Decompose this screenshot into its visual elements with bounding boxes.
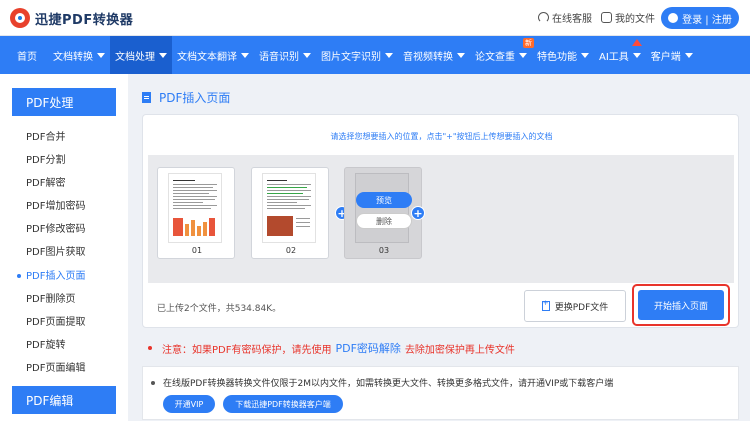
nav-paper-check[interactable]: 论文查重新 — [470, 36, 534, 74]
my-files-label: 我的文件 — [615, 14, 655, 25]
page-drop-zone: 01 02 + 预览 删除 03 + — [148, 155, 734, 283]
sidebar-item-insert-page[interactable]: PDF插入页面 — [26, 267, 85, 282]
nav-doc-convert[interactable]: 文档转换 — [48, 36, 110, 74]
page-number: 01 — [191, 246, 203, 255]
password-notice: 注意：如果PDF有密码保护，请先使用 PDF密码解除 去除加密保护再上传文件 — [142, 336, 739, 360]
nav-doc-translate[interactable]: 文档文本翻译 — [172, 36, 254, 74]
document-icon — [142, 92, 151, 103]
upload-summary: 已上传2个文件，共534.84K。 — [157, 304, 282, 314]
page-title: PDF插入页面 — [142, 89, 230, 106]
nav-speech[interactable]: 语音识别 — [254, 36, 316, 74]
start-insert-button[interactable]: 开始插入页面 — [638, 290, 724, 320]
sidebar-section-pdf-edit[interactable]: PDF编辑 — [12, 386, 116, 414]
nav-label: 首页 — [17, 51, 37, 63]
customer-service-link[interactable]: 在线客服 — [538, 10, 592, 25]
nav-label: 论文查重 — [475, 51, 515, 63]
info-bullet — [151, 380, 155, 385]
insert-plus-button[interactable]: + — [411, 206, 425, 220]
nav-av-convert[interactable]: 音视频转换 — [398, 36, 470, 74]
nav-label: 客户端 — [650, 51, 681, 63]
file-add-icon — [541, 299, 550, 311]
logo-icon — [10, 8, 30, 28]
nav-label: 文档处理 — [115, 51, 155, 63]
nav-label: 文档文本翻译 — [177, 51, 237, 63]
page-thumbnail-02[interactable]: 02 — [251, 167, 329, 259]
sidebar-item-change-password[interactable]: PDF修改密码 — [26, 220, 85, 235]
caret-down-icon — [632, 52, 641, 58]
nav-label: 文档转换 — [53, 51, 93, 63]
caret-down-icon — [581, 52, 589, 58]
caret-down-icon — [241, 52, 249, 58]
sidebar-item-edit-page[interactable]: PDF页面编辑 — [26, 359, 85, 374]
page-thumbnail-01[interactable]: 01 — [157, 167, 235, 259]
notice-prefix: 注意：如果PDF有密码保护，请先使用 — [162, 344, 332, 356]
insert-panel: 请选择您想要插入的位置，点击"+"按钮后上传想要插入的文档 01 02 + 预览… — [142, 114, 739, 328]
active-indicator-dot — [17, 274, 21, 278]
change-pdf-button[interactable]: 更换PDF文件 — [524, 290, 626, 322]
sidebar-item-rotate[interactable]: PDF旋转 — [26, 336, 65, 351]
logo-text: 迅捷PDF转换器 — [35, 12, 134, 28]
page-number: 02 — [285, 246, 297, 255]
nav-home[interactable]: 首页 — [12, 36, 42, 74]
limit-info-box: 在线版PDF转换器转换文件仅限于2M以内文件，如需转换更大文件、转换更多格式文件… — [142, 366, 739, 420]
caret-down-icon — [159, 52, 167, 58]
nav-label: 语音识别 — [259, 51, 299, 63]
nav-client[interactable]: 客户端 — [646, 36, 698, 74]
limit-info-line: 在线版PDF转换器转换文件仅限于2M以内文件，如需转换更大文件、转换更多格式文件… — [151, 376, 613, 389]
limit-info-text: 在线版PDF转换器转换文件仅限于2M以内文件，如需转换更大文件、转换更多格式文件… — [163, 379, 614, 389]
nav-ocr[interactable]: 图片文字识别 — [316, 36, 398, 74]
nav-label: 图片文字识别 — [321, 51, 381, 63]
sidebar-item-extract-images[interactable]: PDF图片获取 — [26, 243, 85, 258]
sidebar-section-pdf-process[interactable]: PDF处理 — [12, 88, 116, 116]
caret-down-icon — [97, 52, 105, 58]
notice-bullet — [148, 346, 152, 350]
headset-icon — [538, 12, 549, 23]
login-label: 登录 | 注册 — [682, 14, 732, 26]
sidebar-item-merge[interactable]: PDF合并 — [26, 128, 65, 143]
nav-label: AI工具 — [599, 51, 629, 63]
caret-down-icon — [385, 52, 393, 58]
delete-button[interactable]: 删除 — [356, 213, 412, 229]
open-vip-button[interactable]: 开通VIP — [163, 395, 215, 413]
hot-indicator-icon — [631, 39, 642, 46]
page-preview-image — [262, 173, 316, 243]
sidebar: PDF处理 PDF合并 PDF分割 PDF解密 PDF增加密码 PDF修改密码 … — [0, 74, 128, 421]
page-preview-image — [168, 173, 222, 243]
sidebar-item-delete-page[interactable]: PDF删除页 — [26, 290, 75, 305]
nav-doc-process[interactable]: 文档处理 — [110, 36, 172, 74]
sidebar-item-decrypt[interactable]: PDF解密 — [26, 174, 65, 189]
page-title-text: PDF插入页面 — [159, 91, 231, 105]
file-icon — [601, 12, 612, 23]
sidebar-item-extract-page[interactable]: PDF页面提取 — [26, 313, 85, 328]
decrypt-link[interactable]: PDF密码解除 — [335, 340, 400, 356]
my-files-link[interactable]: 我的文件 — [601, 10, 655, 25]
sidebar-item-add-password[interactable]: PDF增加密码 — [26, 197, 85, 212]
caret-down-icon — [457, 52, 465, 58]
top-header: 迅捷PDF转换器 在线客服 我的文件 登录 | 注册 — [0, 0, 750, 36]
nav-ai-tools[interactable]: AI工具 — [594, 36, 646, 74]
preview-button[interactable]: 预览 — [356, 192, 412, 208]
main-nav: 首页 文档转换 文档处理 文档文本翻译 语音识别 图片文字识别 音视频转换 论文… — [0, 36, 750, 74]
notice-suffix: 去除加密保护再上传文件 — [404, 344, 515, 356]
nav-label: 音视频转换 — [403, 51, 453, 63]
download-client-button[interactable]: 下载迅捷PDF转换器客户端 — [223, 395, 343, 413]
start-highlight-frame: 开始插入页面 — [632, 284, 730, 326]
sidebar-item-split[interactable]: PDF分割 — [26, 151, 65, 166]
nav-label: 特色功能 — [537, 51, 577, 63]
nav-features[interactable]: 特色功能 — [532, 36, 594, 74]
caret-down-icon — [519, 52, 527, 58]
caret-down-icon — [303, 52, 311, 58]
login-register-button[interactable]: 登录 | 注册 — [661, 7, 739, 29]
change-pdf-label: 更换PDF文件 — [554, 302, 609, 313]
page-number: 03 — [378, 246, 390, 255]
caret-down-icon — [684, 52, 693, 58]
customer-service-label: 在线客服 — [552, 14, 592, 25]
page-preview-image — [355, 173, 409, 243]
app-logo[interactable]: 迅捷PDF转换器 — [10, 7, 133, 29]
user-icon — [668, 13, 679, 23]
instruction-text: 请选择您想要插入的位置，点击"+"按钮后上传想要插入的文档 — [330, 132, 553, 141]
